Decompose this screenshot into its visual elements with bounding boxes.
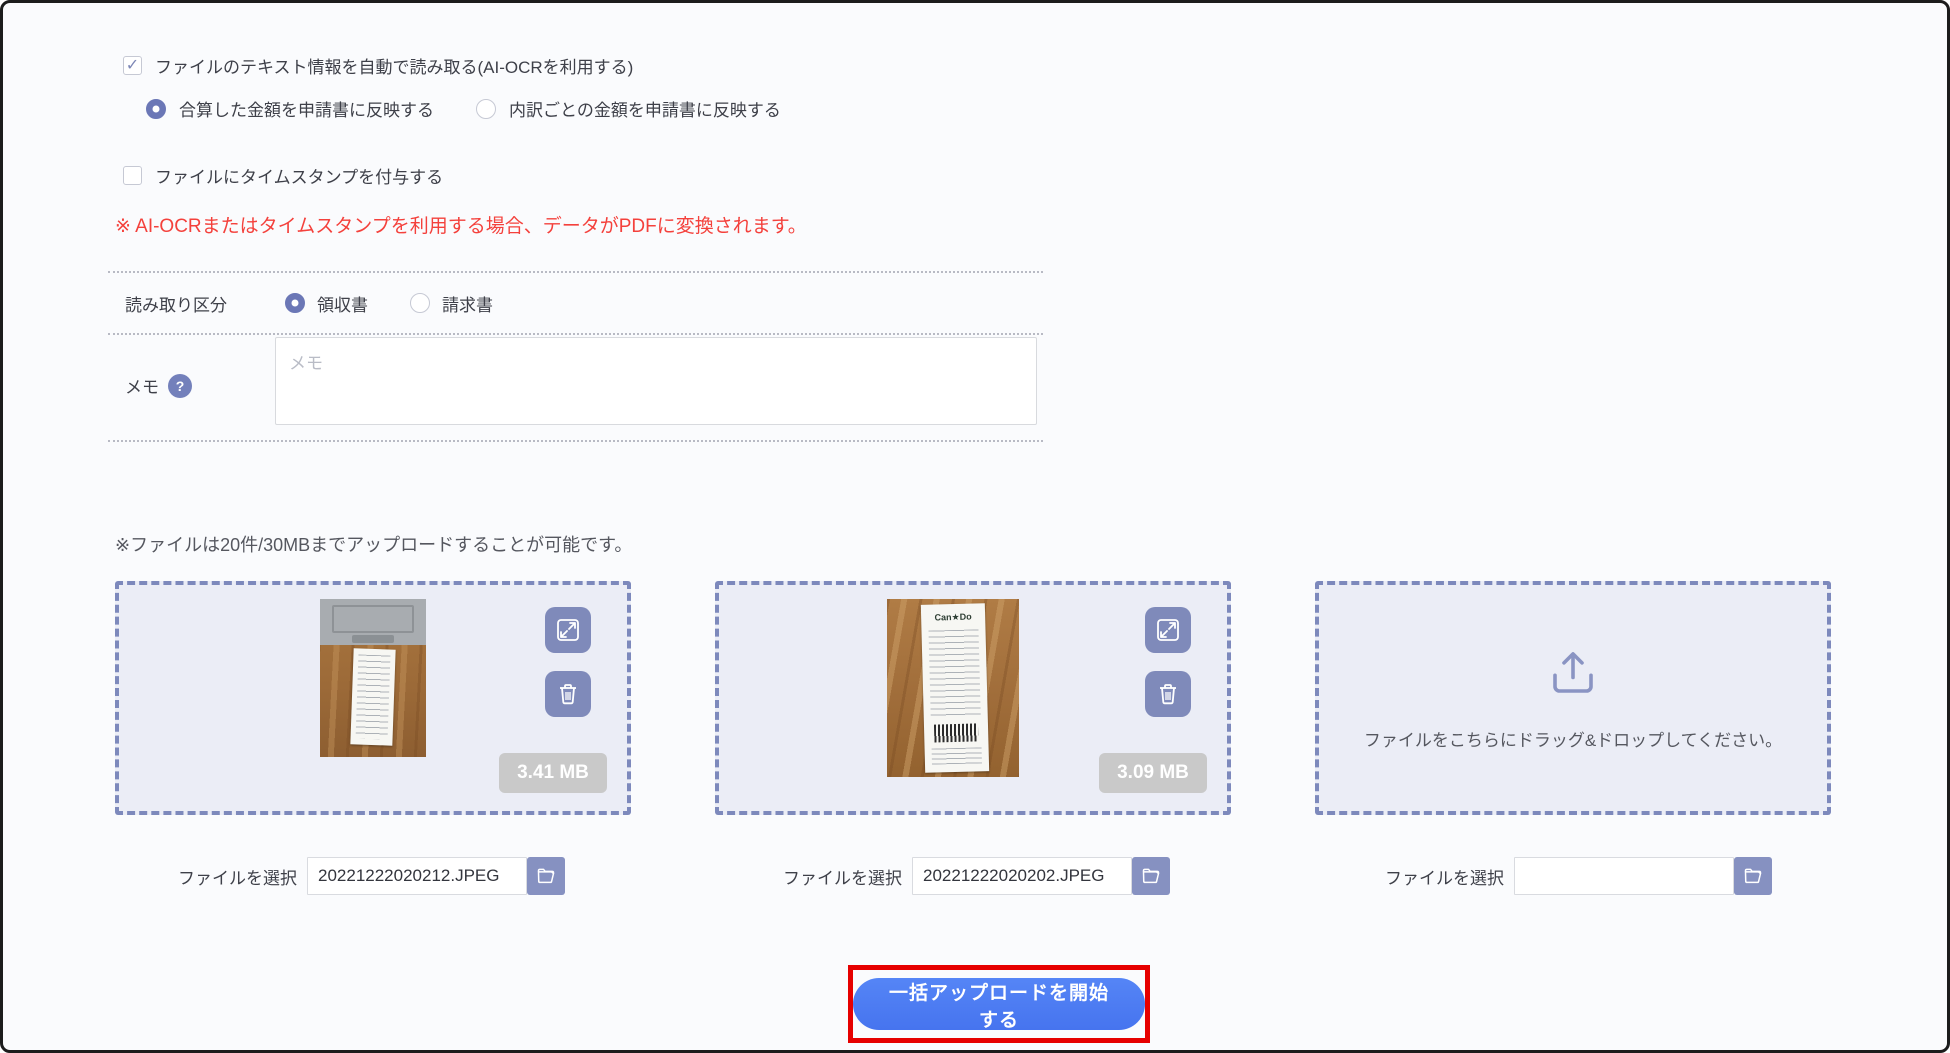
barcode	[934, 723, 978, 742]
receipt-photo-thumbnail: Can★Do	[887, 599, 1019, 777]
divider	[108, 440, 1043, 442]
checkbox-checked-icon[interactable]: ✓	[123, 56, 142, 75]
form-section: 読み取り区分 領収書 請求書 メモ ?	[108, 271, 1043, 442]
radio-invoice-label: 請求書	[442, 291, 493, 316]
folder-icon[interactable]	[1734, 857, 1772, 895]
upload-slot-3-dropzone[interactable]: ファイルをこちらにドラッグ&ドロップしてください。	[1315, 581, 1831, 815]
ocr-checkbox-row[interactable]: ✓ ファイルのテキスト情報を自動で読み取る(AI-OCRを利用する)	[123, 53, 633, 78]
radio-receipt[interactable]: 領収書	[285, 291, 368, 316]
ocr-checkbox-label: ファイルのテキスト情報を自動で読み取る(AI-OCRを利用する)	[155, 53, 633, 78]
expand-icon[interactable]	[1145, 607, 1191, 653]
scan-type-row: 読み取り区分 領収書 請求書	[108, 273, 1043, 333]
upload-slot-2[interactable]: Can★Do 3.09 MB	[715, 581, 1231, 815]
receipt-photo-thumbnail	[320, 599, 426, 757]
trash-icon[interactable]	[545, 671, 591, 717]
filename-input-1[interactable]	[307, 857, 527, 895]
trash-icon[interactable]	[1145, 671, 1191, 717]
memo-textarea[interactable]	[275, 337, 1037, 425]
bulk-upload-button[interactable]: 一括アップロードを開始する	[853, 978, 1145, 1030]
memo-label-wrap: メモ ?	[125, 373, 192, 398]
radio-unselected-icon[interactable]	[410, 293, 430, 313]
pdf-conversion-note: ※ AI-OCRまたはタイムスタンプを利用する場合、データがPDFに変換されます…	[115, 211, 807, 238]
upload-limit-note: ※ファイルは20件/30MBまでアップロードすることが可能です。	[115, 531, 632, 557]
radio-itemized-amount[interactable]: 内訳ごとの金額を申請書に反映する	[476, 96, 781, 121]
file-select-row-1: ファイルを選択	[178, 856, 565, 896]
question-mark-icon[interactable]: ?	[168, 374, 192, 398]
upload-page: ✓ ファイルのテキスト情報を自動で読み取る(AI-OCRを利用する) 合算した金…	[0, 0, 1950, 1053]
folder-icon[interactable]	[1132, 857, 1170, 895]
laptop-in-photo	[320, 599, 426, 645]
file-select-label: ファイルを選択	[1385, 864, 1504, 889]
upload-tray-icon	[1546, 646, 1600, 700]
file-select-row-3: ファイルを選択	[1385, 856, 1772, 896]
file-select-label: ファイルを選択	[783, 864, 902, 889]
receipt-store-logo: Can★Do	[921, 611, 985, 624]
radio-sum-amount-label: 合算した金額を申請書に反映する	[179, 96, 434, 121]
filename-input-2[interactable]	[912, 857, 1132, 895]
checkbox-unchecked-icon[interactable]	[123, 166, 142, 185]
expand-icon[interactable]	[545, 607, 591, 653]
radio-selected-icon[interactable]	[146, 99, 166, 119]
dropzone-text: ファイルをこちらにドラッグ&ドロップしてください。	[1364, 726, 1782, 751]
upload-slot-1[interactable]: 3.41 MB	[115, 581, 631, 815]
radio-receipt-label: 領収書	[317, 291, 368, 316]
file-select-row-2: ファイルを選択	[783, 856, 1170, 896]
filename-input-3[interactable]	[1514, 857, 1734, 895]
radio-invoice[interactable]: 請求書	[410, 291, 493, 316]
receipt-in-photo	[350, 648, 395, 745]
memo-label: メモ	[125, 373, 159, 398]
scan-type-label: 読み取り区分	[125, 291, 227, 316]
radio-unselected-icon[interactable]	[476, 99, 496, 119]
radio-selected-icon[interactable]	[285, 293, 305, 313]
file-size-badge: 3.41 MB	[499, 753, 607, 793]
scan-type-radio-group: 領収書 請求書	[285, 291, 493, 316]
file-size-badge: 3.09 MB	[1099, 753, 1207, 793]
receipt-in-photo: Can★Do	[920, 603, 988, 773]
file-select-label: ファイルを選択	[178, 864, 297, 889]
timestamp-checkbox-row[interactable]: ファイルにタイムスタンプを付与する	[123, 163, 443, 188]
memo-row: メモ ?	[108, 335, 1043, 440]
timestamp-checkbox-label: ファイルにタイムスタンプを付与する	[155, 163, 443, 188]
red-highlight-annotation: 一括アップロードを開始する	[848, 965, 1150, 1043]
ocr-amount-radio-group: 合算した金額を申請書に反映する 内訳ごとの金額を申請書に反映する	[146, 96, 781, 121]
radio-sum-amount[interactable]: 合算した金額を申請書に反映する	[146, 96, 434, 121]
folder-icon[interactable]	[527, 857, 565, 895]
radio-itemized-amount-label: 内訳ごとの金額を申請書に反映する	[509, 96, 781, 121]
